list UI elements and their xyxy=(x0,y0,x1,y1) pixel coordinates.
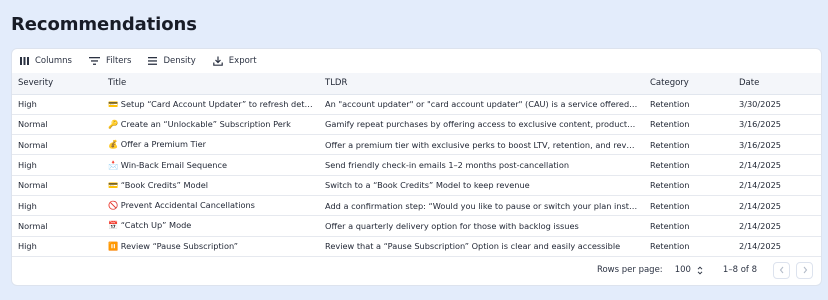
tldr-cell: Add a confirmation step: “Would you like… xyxy=(319,195,644,217)
table-row[interactable]: High 📩 Win-Back Email Sequence Send frie… xyxy=(12,154,821,176)
column-header-severity[interactable]: Severity xyxy=(12,73,102,95)
category-cell: Retention xyxy=(644,236,733,257)
severity-cell: High xyxy=(12,154,102,176)
next-page-button[interactable] xyxy=(796,261,813,279)
columns-icon xyxy=(20,57,29,65)
category-cell: Retention xyxy=(644,215,733,237)
severity-cell: Normal xyxy=(12,215,102,237)
export-icon xyxy=(212,56,223,66)
tldr-cell: Review that a “Pause Subscription” Optio… xyxy=(319,236,644,257)
chevron-left-icon xyxy=(779,266,783,274)
rows-per-page-select[interactable]: 100 xyxy=(675,265,703,275)
title-cell: 📅 “Catch Up” Mode xyxy=(102,215,319,237)
recommendations-grid: Columns Filters Density Export Severity … xyxy=(11,48,822,286)
recommendations-table: Severity Title TLDR Category Date High 💳… xyxy=(12,73,821,257)
date-cell: 2/14/2025 xyxy=(733,154,821,176)
severity-cell: High xyxy=(12,195,102,217)
filter-icon xyxy=(88,57,100,65)
density-icon xyxy=(148,57,158,65)
tldr-cell: Gamify repeat purchases by offering acce… xyxy=(319,114,644,136)
tldr-cell: Send friendly check-in emails 1–2 months… xyxy=(319,154,644,176)
date-cell: 3/30/2025 xyxy=(733,94,821,115)
category-cell: Retention xyxy=(644,94,733,115)
date-cell: 3/16/2025 xyxy=(733,134,821,156)
column-header-title[interactable]: Title xyxy=(102,73,319,95)
grid-toolbar: Columns Filters Density Export xyxy=(12,49,821,73)
chevron-right-icon xyxy=(803,266,807,274)
rows-per-page-value: 100 xyxy=(674,265,691,275)
select-arrows-icon xyxy=(697,265,703,275)
table-row[interactable]: Normal 💳 “Book Credits” Model Switch to … xyxy=(12,175,821,196)
category-cell: Retention xyxy=(644,134,733,156)
pagination-range: 1–8 of 8 xyxy=(722,265,757,275)
columns-label: Columns xyxy=(35,56,72,66)
column-header-category[interactable]: Category xyxy=(644,73,733,95)
column-header-date[interactable]: Date xyxy=(733,73,821,95)
title-cell: ⏸️ Review “Pause Subscription” xyxy=(102,236,319,257)
category-cell: Retention xyxy=(644,175,733,196)
date-cell: 2/14/2025 xyxy=(733,195,821,217)
export-button[interactable]: Export xyxy=(212,56,257,66)
column-header-tldr[interactable]: TLDR xyxy=(319,73,644,95)
filters-label: Filters xyxy=(105,56,132,66)
page-title: Recommendations xyxy=(11,14,197,35)
filters-button[interactable]: Filters xyxy=(88,56,132,66)
title-cell: 💳 “Book Credits” Model xyxy=(102,175,319,196)
severity-cell: High xyxy=(12,236,102,257)
density-label: Density xyxy=(163,56,196,66)
category-cell: Retention xyxy=(644,154,733,176)
table-row[interactable]: High 💳 Setup “Card Account Updater” to r… xyxy=(12,94,821,115)
title-cell: 💳 Setup “Card Account Updater” to refres… xyxy=(102,94,319,115)
table-row[interactable]: High ⏸️ Review “Pause Subscription” Revi… xyxy=(12,236,821,257)
severity-cell: High xyxy=(12,94,102,115)
table-row[interactable]: Normal 🔑 Create an “Unlockable” Subscrip… xyxy=(12,114,821,136)
category-cell: Retention xyxy=(644,195,733,217)
density-button[interactable]: Density xyxy=(148,56,196,66)
previous-page-button[interactable] xyxy=(773,261,790,279)
date-cell: 2/14/2025 xyxy=(733,175,821,196)
severity-cell: Normal xyxy=(12,134,102,156)
tldr-cell: Offer a quarterly delivery option for th… xyxy=(319,215,644,237)
title-cell: 📩 Win-Back Email Sequence xyxy=(102,154,319,176)
severity-cell: Normal xyxy=(12,114,102,136)
title-cell: 🚫 Prevent Accidental Cancellations xyxy=(102,195,319,217)
title-cell: 💰 Offer a Premium Tier xyxy=(102,134,319,156)
pagination-footer: Rows per page: 100 1–8 of 8 xyxy=(12,255,821,285)
tldr-cell: Offer a premium tier with exclusive perk… xyxy=(319,134,644,156)
date-cell: 3/16/2025 xyxy=(733,114,821,136)
table-row[interactable]: Normal 📅 “Catch Up” Mode Offer a quarter… xyxy=(12,215,821,237)
date-cell: 2/14/2025 xyxy=(733,215,821,237)
table-header-row: Severity Title TLDR Category Date xyxy=(12,73,821,95)
table-row[interactable]: High 🚫 Prevent Accidental Cancellations … xyxy=(12,195,821,217)
table-row[interactable]: Normal 💰 Offer a Premium Tier Offer a pr… xyxy=(12,134,821,156)
title-cell: 🔑 Create an “Unlockable” Subscription Pe… xyxy=(102,114,319,136)
tldr-cell: An "account updater" or "card account up… xyxy=(319,94,644,115)
category-cell: Retention xyxy=(644,114,733,136)
rows-per-page-label: Rows per page: xyxy=(596,265,663,275)
severity-cell: Normal xyxy=(12,175,102,196)
columns-button[interactable]: Columns xyxy=(20,56,72,66)
date-cell: 2/14/2025 xyxy=(733,236,821,257)
export-label: Export xyxy=(228,56,257,66)
tldr-cell: Switch to a “Book Credits” Model to keep… xyxy=(319,175,644,196)
